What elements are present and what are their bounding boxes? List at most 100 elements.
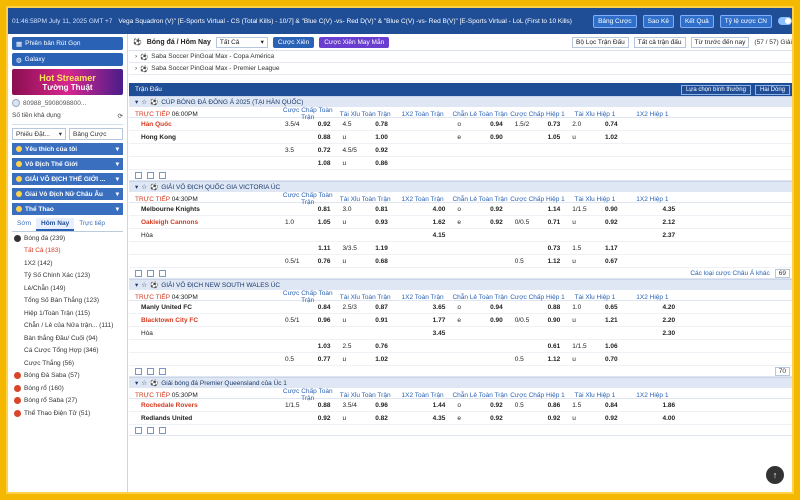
odds-cell[interactable]: u 0.93 (336, 219, 393, 226)
odds-value[interactable]: 1.17 (605, 245, 618, 252)
parlay-button[interactable]: Cược Xiên (272, 36, 315, 48)
odds-cell[interactable]: e 0.92 (451, 219, 508, 226)
odds-cell[interactable]: 1.5 1.17 (566, 245, 623, 252)
odds-cell[interactable]: 0.92 (509, 415, 566, 422)
odds-value[interactable]: 0.70 (605, 356, 618, 363)
odds-cell[interactable]: o 0.94 (451, 304, 508, 311)
sidebar-sport-item[interactable]: 1X2 (142) (12, 257, 123, 270)
odds-value[interactable]: 0.61 (548, 343, 561, 350)
odds-cell[interactable]: o 0.92 (451, 402, 508, 409)
star-icon[interactable]: ☆ (141, 183, 147, 191)
odds-value[interactable]: 1.86 (662, 402, 675, 409)
odds-value[interactable]: 1.02 (605, 134, 618, 141)
odds-cell[interactable]: 1.77 (394, 317, 451, 324)
odds-value[interactable]: 0.68 (375, 258, 388, 265)
odds-cell[interactable]: 2.12 (624, 219, 681, 226)
odds-cell[interactable]: u 0.92 (566, 415, 623, 422)
odds-value[interactable]: 2.37 (662, 232, 675, 239)
odds-cell[interactable]: u 1.02 (566, 134, 623, 141)
odds-value[interactable]: 1.05 (548, 134, 561, 141)
sidebar-category[interactable]: Giải Vô Địch Nữ Châu Âu ▾ (12, 188, 123, 200)
odds-value[interactable]: 0.92 (375, 147, 388, 154)
odds-value[interactable]: 1.05 (318, 219, 331, 226)
odds-value[interactable]: 1.03 (318, 343, 331, 350)
odds-value[interactable]: 0.94 (490, 304, 503, 311)
odds-value[interactable]: 0.71 (548, 219, 561, 226)
odds-cell[interactable]: 0/0.5 0.71 (509, 219, 566, 226)
odds-cell[interactable]: 2.30 (624, 330, 681, 337)
odds-cell[interactable]: 1.62 (394, 219, 451, 226)
sidebar-sport-item[interactable]: Bóng rổ (160) (12, 382, 123, 395)
odds-value[interactable]: 0.82 (375, 415, 388, 422)
sidebar-sport-item[interactable]: Chẵn / Lẻ của Nửa trận... (111) (12, 320, 123, 333)
odds-cell[interactable]: 0.92 (279, 415, 336, 422)
odds-cell[interactable]: e 0.90 (451, 317, 508, 324)
odds-cell[interactable]: 1.44 (394, 402, 451, 409)
odds-value[interactable]: 1.11 (318, 245, 330, 252)
odds-value[interactable]: 1.12 (548, 258, 561, 265)
competition-row[interactable]: › ⚽ Saba Soccer PinGoal Max - Copa América (129, 51, 792, 63)
selection-mode-select[interactable]: Lựa chọn bình thường (680, 84, 751, 95)
odds-cell[interactable]: 0.88 (279, 134, 336, 141)
odds-cell[interactable]: 1.86 (624, 402, 681, 409)
odds-value[interactable]: 1.06 (605, 343, 618, 350)
odds-cell[interactable]: 0.5 0.86 (509, 402, 566, 409)
filter-select[interactable]: Tất Cả ▾ (215, 36, 268, 48)
lucky-parlay-button[interactable]: Cược Xiên May Mắn (319, 36, 390, 48)
row-mode-select[interactable]: Hai Dòng (754, 84, 790, 95)
more-bets-select[interactable]: 70 (774, 366, 790, 376)
odds-cell[interactable]: 4.35 (624, 206, 681, 213)
refresh-icon[interactable]: ⟳ (118, 112, 123, 120)
odds-value[interactable]: 1.44 (433, 402, 446, 409)
odds-cell[interactable]: 4.5/5 0.92 (336, 147, 393, 154)
sidebar-sport-item[interactable]: Bàn thắng Đầu/ Cuối (94) (12, 332, 123, 345)
star-icon[interactable]: ☆ (141, 281, 147, 289)
odds-value[interactable]: 0.86 (375, 160, 388, 167)
odds-value[interactable]: 1.00 (375, 134, 388, 141)
odds-value[interactable]: 0.76 (318, 258, 331, 265)
odds-value[interactable]: 1.14 (548, 206, 561, 213)
odds-cell[interactable]: u 0.86 (336, 160, 393, 167)
odds-cell[interactable]: 3/3.5 1.19 (336, 245, 393, 252)
odds-cell[interactable]: u 1.21 (566, 317, 623, 324)
odds-cell[interactable]: 1.0 1.05 (279, 219, 336, 226)
all-matches-select[interactable]: Tất cả trận đấu (633, 36, 686, 48)
odds-cell[interactable]: 2.0 0.74 (566, 121, 623, 128)
theme-toggle[interactable] (778, 17, 792, 25)
odds-value[interactable]: 0.81 (318, 206, 331, 213)
odds-value[interactable]: 0.96 (318, 317, 331, 324)
odds-cell[interactable]: 1/1.5 1.06 (566, 343, 623, 350)
odds-value[interactable]: 0.90 (490, 134, 503, 141)
odds-cell[interactable]: 0.5/1 0.96 (279, 317, 336, 324)
odds-value[interactable]: 0.88 (318, 134, 331, 141)
odds-value[interactable]: 1.02 (375, 356, 388, 363)
odds-value[interactable]: 0.92 (490, 206, 503, 213)
league-header[interactable]: ▾ ☆ ⚽ GIẢI VÔ ĐỊCH QUỐC GIA VICTORIA ÚC (129, 181, 792, 192)
odds-value[interactable]: 0.77 (318, 356, 331, 363)
odds-cell[interactable]: u 1.02 (336, 356, 393, 363)
odds-type-button[interactable]: Tỷ lệ cược CN (719, 14, 772, 28)
league-header[interactable]: ▾ ☆ ⚽ Giải bóng đá Premier Queensland của Ú… (129, 377, 792, 388)
odds-cell[interactable]: 1.08 (279, 160, 336, 167)
odds-value[interactable]: 0.92 (490, 402, 503, 409)
statement-button[interactable]: Sao Kê (642, 14, 674, 28)
odds-cell[interactable]: u 0.91 (336, 317, 393, 324)
period-select[interactable]: Từ trước đến nay (690, 36, 750, 48)
odds-value[interactable]: 0.65 (605, 304, 618, 311)
tv-icon[interactable] (147, 269, 154, 277)
sidebar-sport-item[interactable]: Tỷ Số Chính Xác (123) (12, 270, 123, 283)
sidebar-sport-item[interactable]: Lẻ/Chẵn (149) (12, 282, 123, 295)
odds-value[interactable]: 1.08 (318, 160, 331, 167)
competition-row[interactable]: › ⚽ Saba Soccer PinGoal Max - Premier Leag… (129, 63, 792, 75)
odds-value[interactable]: 0.94 (490, 121, 503, 128)
odds-cell[interactable]: 0.5/1 0.76 (279, 258, 336, 265)
odds-cell[interactable]: 4.15 (394, 232, 451, 239)
odds-value[interactable]: 0.86 (548, 402, 561, 409)
sidebar-category[interactable]: GIẢI VÔ ĐỊCH THẾ GIỚI ... ▾ (12, 173, 123, 185)
odds-value[interactable]: 0.92 (318, 415, 331, 422)
star-icon[interactable]: ☆ (141, 379, 147, 387)
sidebar-sport-item[interactable]: Cược Thắng (56) (12, 357, 123, 370)
odds-value[interactable]: 0.88 (548, 304, 561, 311)
odds-cell[interactable]: 3.5/4 0.96 (336, 402, 393, 409)
odds-value[interactable]: 4.00 (433, 206, 446, 213)
